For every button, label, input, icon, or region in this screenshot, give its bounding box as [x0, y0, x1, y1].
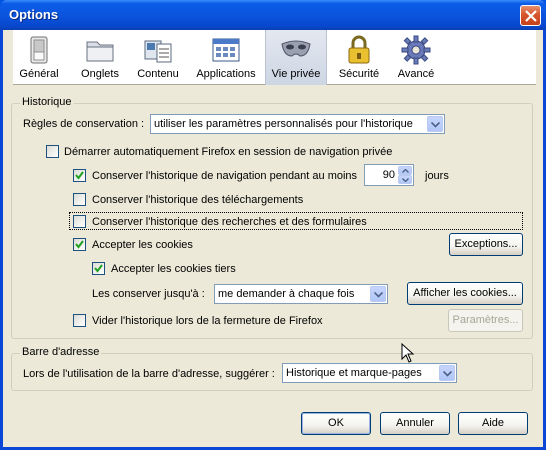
accept-cookies-label: Accepter les cookies — [92, 239, 193, 251]
accept-cookies-checkbox[interactable] — [73, 238, 86, 251]
checkmark-icon — [75, 171, 84, 180]
mouse-pointer-icon — [401, 343, 415, 363]
tab-general[interactable]: Général — [13, 30, 65, 85]
exceptions-button[interactable]: Exceptions... — [449, 233, 523, 256]
tab-label: Applications — [196, 68, 256, 80]
tab-label: Contenu — [137, 68, 179, 80]
tab-applications[interactable]: Applications — [191, 30, 261, 85]
tab-contenu[interactable]: Contenu — [133, 30, 183, 85]
keep-history-checkbox[interactable] — [73, 169, 86, 182]
clear-on-close-checkbox[interactable] — [73, 314, 86, 327]
history-days-value: 90 — [382, 169, 395, 181]
privacy-mask-icon — [281, 40, 311, 57]
tab-vie-privee[interactable]: Vie privée — [265, 30, 327, 85]
tab-label: Vie privée — [271, 68, 321, 80]
chevron-down-icon — [439, 365, 455, 381]
keep-downloads-checkbox[interactable] — [73, 193, 86, 206]
clear-on-close-label: Vider l'historique lors de la fermeture … — [92, 315, 323, 327]
keep-history-label: Conserver l'historique de navigation pen… — [92, 170, 358, 182]
history-days-spinner[interactable]: 90 — [364, 164, 414, 186]
third-party-cookies-label: Accepter les cookies tiers — [111, 263, 236, 275]
suggest-label: Lors de l'utilisation de la barre d'adre… — [23, 368, 275, 380]
tab-avance[interactable]: Avancé — [391, 30, 441, 85]
cancel-button[interactable]: Annuler — [380, 412, 450, 435]
ok-button[interactable]: OK — [301, 412, 371, 435]
tab-securite[interactable]: Sécurité — [333, 30, 385, 85]
preferences-toolbar: Général Onglets Contenu Applications Vie… — [13, 30, 536, 85]
title-bar[interactable]: Options — [0, 0, 546, 30]
show-cookies-button[interactable]: Afficher les cookies... — [407, 282, 523, 305]
spin-down-icon[interactable] — [398, 175, 412, 184]
history-rules-select[interactable]: utiliser les paramètres personnalisés po… — [150, 114, 445, 134]
private-mode-label: Démarrer automatiquement Firefox en sess… — [64, 146, 393, 158]
general-switch-icon — [30, 36, 48, 64]
security-lock-icon — [348, 35, 370, 64]
keep-until-select[interactable]: me demander à chaque fois — [214, 284, 388, 304]
advanced-gear-icon — [401, 35, 431, 65]
window-title: Options — [9, 7, 59, 22]
keep-forms-checkbox[interactable] — [73, 215, 86, 228]
spin-up-icon[interactable] — [398, 166, 412, 175]
tab-label: Onglets — [81, 68, 119, 80]
close-button[interactable] — [520, 5, 541, 26]
settings-button[interactable]: Paramètres... — [448, 309, 523, 332]
tab-label: Général — [19, 68, 59, 80]
private-mode-checkbox[interactable] — [46, 145, 59, 158]
history-rules-value: utiliser les paramètres personnalisés po… — [154, 118, 413, 130]
suggest-value: Historique et marque-pages — [286, 367, 422, 379]
close-icon — [525, 10, 537, 22]
chevron-down-icon — [427, 116, 443, 132]
tab-label: Avancé — [397, 68, 435, 80]
chevron-down-icon — [370, 286, 386, 302]
help-button[interactable]: Aide — [458, 412, 528, 435]
content-page-icon — [144, 40, 172, 63]
applications-window-icon — [212, 38, 240, 62]
keep-until-label: Les conserver jusqu'à : — [92, 288, 205, 300]
tabs-folder-icon — [86, 41, 114, 62]
tab-label: Sécurité — [338, 68, 380, 80]
history-legend: Historique — [20, 96, 74, 108]
options-dialog: Options Général Onglets Contenu Applicat… — [0, 0, 546, 450]
address-bar-legend: Barre d'adresse — [20, 346, 102, 358]
checkmark-icon — [94, 264, 103, 273]
keep-forms-label: Conserver l'historique des recherches et… — [92, 216, 367, 228]
days-unit-label: jours — [425, 170, 449, 182]
third-party-cookies-checkbox[interactable] — [92, 262, 105, 275]
keep-until-value: me demander à chaque fois — [218, 288, 355, 300]
keep-downloads-label: Conserver l'historique des téléchargemen… — [92, 194, 304, 206]
rules-label: Règles de conservation : — [23, 118, 145, 130]
checkmark-icon — [75, 240, 84, 249]
suggest-select[interactable]: Historique et marque-pages — [282, 363, 457, 383]
tab-onglets[interactable]: Onglets — [71, 30, 129, 85]
